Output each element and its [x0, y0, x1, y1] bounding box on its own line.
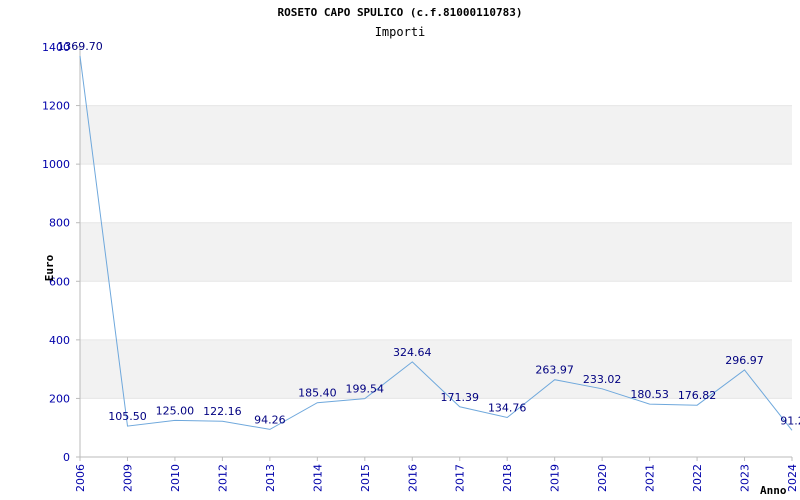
x-axis-title: Anno [760, 484, 787, 497]
x-tick-label: 2024 [786, 464, 799, 492]
y-tick-label: 1000 [42, 158, 70, 171]
data-label: 296.97 [725, 354, 764, 367]
y-tick-labels: 0200400600800100012001400 [42, 41, 80, 464]
data-label: 176.82 [678, 389, 717, 402]
y-tick-label: 400 [49, 334, 70, 347]
x-tick-label: 2016 [406, 464, 419, 492]
x-tick-labels: 2006 2009 2010 2012 2013 2014 2015 2016 2017 2018… [74, 457, 799, 492]
x-tick-label: 2012 [216, 464, 229, 492]
y-tick-label: 0 [63, 451, 70, 464]
data-label: 1369.70 [57, 40, 103, 53]
data-label: 233.02 [583, 373, 622, 386]
data-label: 134.76 [488, 402, 527, 415]
y-axis-title: Euro [43, 254, 56, 281]
x-tick-label: 2021 [644, 464, 657, 492]
x-tick-label: 2015 [359, 464, 372, 492]
data-label: 171.39 [440, 391, 479, 404]
y-tick-label: 200 [49, 392, 70, 405]
line-chart: 0200400600800100012001400 2006 2009 2010 20… [42, 40, 800, 497]
grid-band [80, 47, 792, 106]
x-tick-label: 2010 [169, 464, 182, 492]
data-label: 125.00 [156, 404, 195, 417]
data-label: 122.16 [203, 405, 242, 418]
y-tick-label: 1200 [42, 100, 70, 113]
x-tick-label: 2023 [739, 464, 752, 492]
x-tick-label: 2013 [264, 464, 277, 492]
data-label: 324.64 [393, 346, 432, 359]
x-tick-label: 2009 [121, 464, 134, 492]
x-tick-label: 2018 [501, 464, 514, 492]
data-label: 94.26 [254, 413, 286, 426]
data-label: 263.97 [535, 364, 574, 377]
data-label: 185.40 [298, 387, 337, 400]
grid-band [80, 281, 792, 340]
grid-band [80, 105, 792, 165]
x-tick-label: 2022 [691, 464, 704, 492]
y-tick-label: 800 [49, 217, 70, 230]
data-label: 180.53 [630, 388, 669, 401]
x-tick-label: 2006 [74, 464, 87, 492]
x-tick-label: 2017 [454, 464, 467, 492]
grid-band [80, 164, 792, 223]
x-tick-label: 2020 [596, 464, 609, 492]
data-label: 199.54 [346, 383, 385, 396]
x-tick-label: 2014 [311, 464, 324, 492]
data-label: 91.22 [780, 414, 800, 427]
grid-band [80, 222, 792, 282]
x-tick-label: 2019 [549, 464, 562, 492]
data-label: 105.50 [108, 410, 147, 423]
